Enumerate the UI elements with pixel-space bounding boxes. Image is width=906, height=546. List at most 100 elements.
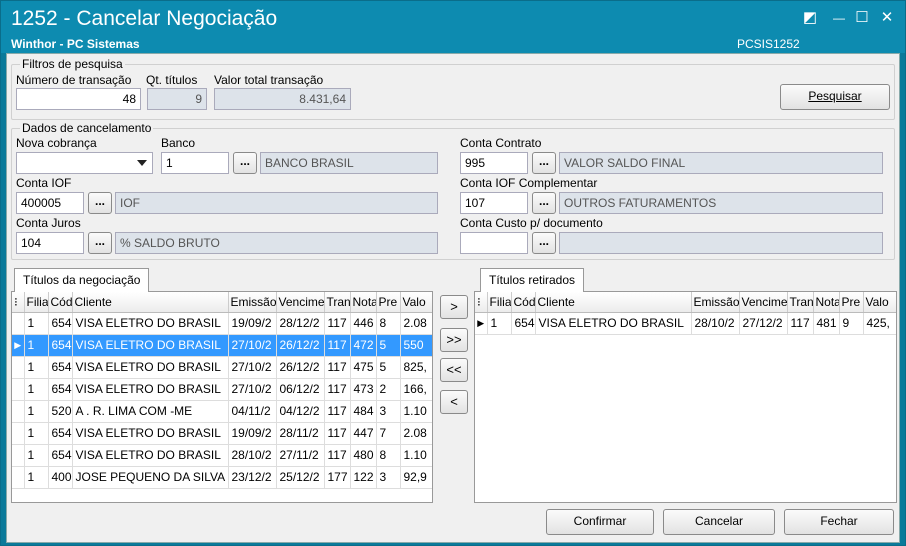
table-cell: 2.08 — [400, 422, 432, 445]
cancelar-button[interactable]: Cancelar — [663, 509, 775, 535]
table-cell: 19/09/2 — [228, 312, 277, 335]
column-header[interactable]: Vencime — [276, 292, 325, 313]
column-header[interactable]: Tran — [787, 292, 814, 313]
row-pointer-icon: ▶ — [475, 312, 488, 335]
minimize-icon[interactable]: — — [830, 9, 848, 27]
client-area: Filtros de pesquisa Número de transação … — [6, 53, 900, 543]
column-header[interactable]: Valo — [863, 292, 896, 313]
row-indicator — [12, 444, 25, 467]
app-window: 1252 - Cancelar Negociação Winthor - PC … — [0, 0, 906, 546]
table-row[interactable]: ▶ 1 654 VISA ELETRO DO BRASIL 27/10/2 26/12/2… — [12, 334, 432, 357]
table-row[interactable]: 1 654 VISA ELETRO DO BRASIL 28/10/2 27/11/2 1… — [12, 444, 432, 467]
table-cell: 06/12/2 — [276, 378, 325, 401]
column-header[interactable]: Filia — [487, 292, 512, 313]
table-row[interactable]: 14000JOSE PEQUENO DA SILVA23/12/225/12/2… — [12, 466, 432, 489]
table-cell: 04/11/2 — [228, 400, 277, 423]
table-cell: 472 — [350, 334, 377, 357]
table-row[interactable]: ▶ 1 654 VISA ELETRO DO BRASIL 28/10/2 27/12/2… — [475, 312, 896, 335]
table-cell: 425, — [863, 312, 896, 335]
table-row[interactable]: 15200A . R. LIMA COM -ME04/11/204/12/211… — [12, 400, 432, 423]
nova-cobranca-select[interactable] — [16, 152, 153, 174]
grid-options-icon[interactable]: ⁝ — [12, 292, 25, 313]
table-cell: VISA ELETRO DO BRASIL — [72, 444, 229, 467]
column-header[interactable]: Cliente — [72, 292, 229, 313]
cancelar-button-label: Cancelar — [694, 514, 744, 528]
conta-contrato-lookup-button[interactable]: ... — [532, 152, 556, 174]
column-header[interactable]: Cód — [48, 292, 73, 313]
table-cell: 28/10/2 — [228, 444, 277, 467]
row-pointer-icon: ▶ — [12, 334, 25, 357]
banco-lookup-button[interactable]: ... — [233, 152, 257, 174]
maximize-icon[interactable]: ☐ — [853, 9, 871, 27]
tab-titulos-retirados[interactable]: Títulos retirados — [480, 268, 585, 292]
pesquisar-button[interactable]: Pesquisar — [780, 84, 890, 110]
column-header[interactable]: Cód — [511, 292, 536, 313]
column-header[interactable]: Pre — [376, 292, 401, 313]
restore-icon[interactable]: ◩ — [801, 9, 819, 27]
fechar-button[interactable]: Fechar — [784, 509, 894, 535]
chevron-down-icon — [137, 160, 147, 166]
column-header[interactable]: Tran — [324, 292, 351, 313]
table-cell: 1 — [24, 312, 49, 335]
table-cell: 825, — [400, 356, 432, 379]
conta-juros-code-input[interactable]: 104 — [16, 232, 84, 254]
column-header[interactable]: Pre — [839, 292, 864, 313]
table-row[interactable]: 1 654 VISA ELETRO DO BRASIL 19/09/2 28/11/2 1… — [12, 422, 432, 445]
title-bar: 1252 - Cancelar Negociação Winthor - PC … — [1, 1, 905, 53]
table-cell: 2.08 — [400, 312, 432, 335]
table-row[interactable]: 1 654 VISA ELETRO DO BRASIL 27/10/2 26/12/2 1… — [12, 356, 432, 379]
banco-code-input[interactable]: 1 — [161, 152, 229, 174]
column-header[interactable]: Nota — [350, 292, 377, 313]
row-indicator — [12, 356, 25, 379]
table-cell: 1.10 — [400, 444, 432, 467]
table-cell: 25/12/2 — [276, 466, 325, 489]
table-cell: 28/10/2 — [691, 312, 740, 335]
column-header[interactable]: Emissão — [228, 292, 277, 313]
fechar-button-label: Fechar — [820, 514, 858, 528]
column-header[interactable]: Filia — [24, 292, 49, 313]
table-cell: 8 — [376, 312, 401, 335]
column-header[interactable]: Valo — [400, 292, 432, 313]
valor-total-label: Valor total transação — [214, 73, 324, 87]
table-cell: 447 — [350, 422, 377, 445]
column-header[interactable]: Vencime — [739, 292, 788, 313]
table-cell: 3 — [376, 400, 401, 423]
filtros-group: Filtros de pesquisa — [11, 57, 895, 120]
return-one-button[interactable]: < — [440, 390, 468, 414]
confirmar-button[interactable]: Confirmar — [546, 509, 654, 535]
conta-iof-lookup-button[interactable]: ... — [88, 192, 112, 214]
table-row[interactable]: 1 654 VISA ELETRO DO BRASIL 27/10/2 06/12/2 1… — [12, 378, 432, 401]
table-row[interactable]: 1 654 VISA ELETRO DO BRASIL 19/09/2 28/12/2 1… — [12, 312, 432, 335]
table-cell: A . R. LIMA COM -ME — [72, 400, 229, 423]
conta-custo-code-input[interactable] — [460, 232, 528, 254]
titulos-negociacao-grid: ⁝ Filia Cód Cliente Emissão Vencime Tran Nota Pr… — [11, 291, 433, 503]
close-icon[interactable]: ✕ — [878, 9, 896, 27]
conta-iof-comp-code-input[interactable]: 107 — [460, 192, 528, 214]
table-cell: 5 — [376, 356, 401, 379]
grid-options-icon[interactable]: ⁝ — [475, 292, 488, 313]
conta-contrato-code-input[interactable]: 995 — [460, 152, 528, 174]
row-indicator — [12, 400, 25, 423]
table-cell: 26/12/2 — [276, 334, 325, 357]
column-header[interactable]: Emissão — [691, 292, 740, 313]
conta-custo-lookup-button[interactable]: ... — [532, 232, 556, 254]
return-all-button[interactable]: << — [440, 358, 468, 382]
table-cell: 654 — [48, 356, 73, 379]
conta-iof-comp-lookup-button[interactable]: ... — [532, 192, 556, 214]
num-transacao-input[interactable]: 48 — [16, 88, 141, 110]
move-all-button[interactable]: >> — [440, 328, 468, 352]
titulos-negociacao-table: ⁝ Filia Cód Cliente Emissão Vencime Tran Nota Pr… — [12, 292, 432, 489]
num-transacao-label: Número de transação — [16, 73, 132, 87]
column-header[interactable]: Nota — [813, 292, 840, 313]
column-header[interactable]: Cliente — [535, 292, 692, 313]
table-cell: 28/12/2 — [276, 312, 325, 335]
table-cell: 28/11/2 — [276, 422, 325, 445]
move-one-button[interactable]: > — [440, 295, 468, 319]
table-cell: 654 — [48, 334, 73, 357]
table-cell: 473 — [350, 378, 377, 401]
conta-juros-lookup-button[interactable]: ... — [88, 232, 112, 254]
conta-iof-code-input[interactable]: 400005 — [16, 192, 84, 214]
pesquisar-button-label: Pesquisar — [808, 89, 862, 103]
table-cell: 4000 — [48, 466, 73, 489]
tab-titulos-negociacao[interactable]: Títulos da negociação — [14, 268, 150, 292]
